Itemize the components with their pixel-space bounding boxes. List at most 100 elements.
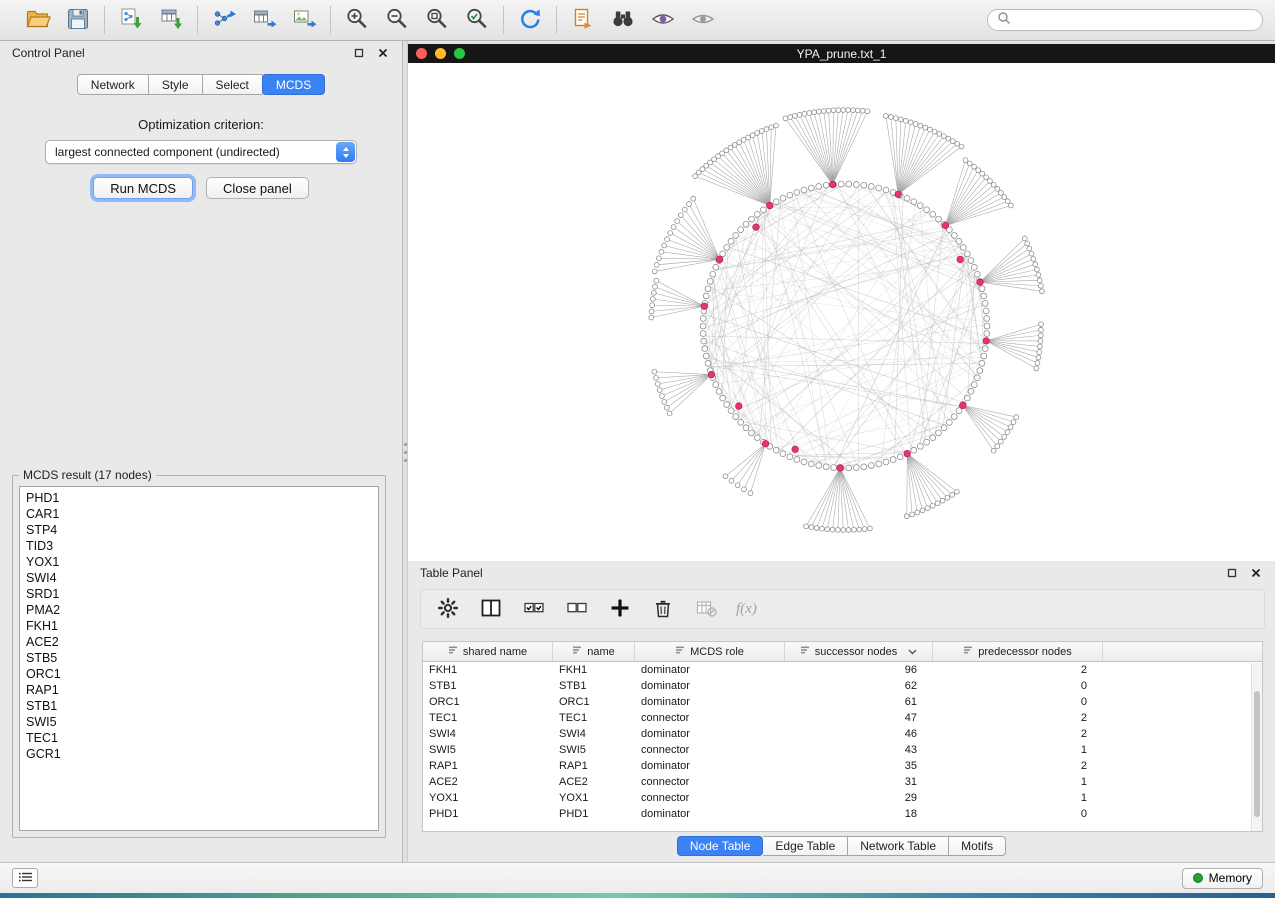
cell-successors[interactable]: 35 — [785, 760, 933, 772]
status-menu-button[interactable] — [12, 868, 38, 888]
zoom-selected-button[interactable] — [461, 4, 493, 36]
cell-name[interactable]: RAP1 — [553, 760, 635, 772]
cell-successors[interactable]: 46 — [785, 728, 933, 740]
table-row[interactable]: ORC1ORC1dominator610 — [423, 694, 1262, 710]
column-header-name[interactable]: name — [553, 642, 635, 661]
mcds-result-item[interactable]: PMA2 — [26, 602, 378, 618]
cell-name[interactable]: PHD1 — [553, 808, 635, 820]
tab-select[interactable]: Select — [203, 74, 263, 95]
cell-successors[interactable]: 29 — [785, 792, 933, 804]
network-canvas[interactable] — [408, 63, 1275, 561]
column-header-predecessor-nodes[interactable]: predecessor nodes — [933, 642, 1103, 661]
search-input[interactable] — [1017, 13, 1253, 27]
mcds-result-item[interactable]: GCR1 — [26, 746, 378, 762]
mcds-result-item[interactable]: STP4 — [26, 522, 378, 538]
cell-name[interactable]: SWI4 — [553, 728, 635, 740]
mcds-result-item[interactable]: SWI4 — [26, 570, 378, 586]
cell-predecessors[interactable]: 2 — [933, 664, 1103, 676]
mcds-result-item[interactable]: CAR1 — [26, 506, 378, 522]
mcds-result-item[interactable]: SRD1 — [26, 586, 378, 602]
cell-shared-name[interactable]: STB1 — [423, 680, 553, 692]
table-mode-button[interactable] — [435, 596, 461, 622]
memory-button[interactable]: Memory — [1182, 868, 1263, 889]
column-header-shared-name[interactable]: shared name — [423, 642, 553, 661]
deselect-all-button[interactable] — [564, 596, 590, 622]
table-row[interactable]: RAP1RAP1dominator352 — [423, 758, 1262, 774]
tab-node-table[interactable]: Node Table — [677, 836, 764, 856]
cell-name[interactable]: ORC1 — [553, 696, 635, 708]
search-objects-button[interactable] — [607, 4, 639, 36]
table-row[interactable]: YOX1YOX1connector291 — [423, 790, 1262, 806]
minimize-window-icon[interactable] — [435, 48, 446, 59]
cell-shared-name[interactable]: YOX1 — [423, 792, 553, 804]
cell-successors[interactable]: 62 — [785, 680, 933, 692]
cell-role[interactable]: dominator — [635, 664, 785, 676]
scrollbar-thumb[interactable] — [1254, 691, 1260, 817]
cell-shared-name[interactable]: TEC1 — [423, 712, 553, 724]
cell-shared-name[interactable]: PHD1 — [423, 808, 553, 820]
cell-shared-name[interactable]: ORC1 — [423, 696, 553, 708]
cell-role[interactable]: dominator — [635, 728, 785, 740]
cell-name[interactable]: SWI5 — [553, 744, 635, 756]
tab-edge-table[interactable]: Edge Table — [763, 836, 848, 856]
close-table-panel-icon[interactable] — [1249, 566, 1263, 580]
cell-shared-name[interactable]: RAP1 — [423, 760, 553, 772]
cell-name[interactable]: STB1 — [553, 680, 635, 692]
cell-shared-name[interactable]: FKH1 — [423, 664, 553, 676]
show-columns-button[interactable] — [478, 596, 504, 622]
delete-column-button[interactable] — [650, 596, 676, 622]
column-header-successor-nodes[interactable]: successor nodes — [785, 642, 933, 661]
tab-mcds[interactable]: MCDS — [262, 74, 325, 95]
cell-successors[interactable]: 43 — [785, 744, 933, 756]
cell-successors[interactable]: 18 — [785, 808, 933, 820]
cell-shared-name[interactable]: SWI5 — [423, 744, 553, 756]
table-row[interactable]: SWI5SWI5connector431 — [423, 742, 1262, 758]
import-table-file-button[interactable] — [155, 4, 187, 36]
mcds-result-item[interactable]: YOX1 — [26, 554, 378, 570]
zoom-in-button[interactable] — [341, 4, 373, 36]
cell-predecessors[interactable]: 1 — [933, 776, 1103, 788]
mcds-result-item[interactable]: SWI5 — [26, 714, 378, 730]
cell-predecessors[interactable]: 0 — [933, 808, 1103, 820]
search-field[interactable] — [987, 9, 1263, 31]
cell-successors[interactable]: 31 — [785, 776, 933, 788]
cell-name[interactable]: FKH1 — [553, 664, 635, 676]
mcds-result-list[interactable]: PHD1CAR1STP4TID3YOX1SWI4SRD1PMA2FKH1ACE2… — [19, 486, 379, 831]
mcds-result-item[interactable]: STB1 — [26, 698, 378, 714]
save-session-button[interactable] — [62, 4, 94, 36]
cell-role[interactable]: dominator — [635, 696, 785, 708]
zoom-out-button[interactable] — [381, 4, 413, 36]
network-titlebar[interactable]: YPA_prune.txt_1 — [408, 44, 1275, 63]
cell-predecessors[interactable]: 2 — [933, 728, 1103, 740]
mcds-result-item[interactable]: RAP1 — [26, 682, 378, 698]
tab-network-table[interactable]: Network Table — [848, 836, 949, 856]
cell-role[interactable]: dominator — [635, 808, 785, 820]
cell-shared-name[interactable]: ACE2 — [423, 776, 553, 788]
column-header-MCDS-role[interactable]: MCDS role — [635, 642, 785, 661]
table-row[interactable]: ACE2ACE2connector311 — [423, 774, 1262, 790]
cell-successors[interactable]: 96 — [785, 664, 933, 676]
import-network-file-button[interactable] — [115, 4, 147, 36]
cell-name[interactable]: TEC1 — [553, 712, 635, 724]
select-all-button[interactable] — [521, 596, 547, 622]
cell-predecessors[interactable]: 2 — [933, 712, 1103, 724]
close-window-icon[interactable] — [416, 48, 427, 59]
float-table-panel-icon[interactable] — [1225, 566, 1239, 580]
cell-shared-name[interactable]: SWI4 — [423, 728, 553, 740]
cell-predecessors[interactable]: 2 — [933, 760, 1103, 772]
close-panel-button[interactable]: Close panel — [206, 177, 309, 199]
cell-role[interactable]: connector — [635, 776, 785, 788]
cell-predecessors[interactable]: 0 — [933, 680, 1103, 692]
style-preview-button[interactable] — [647, 4, 679, 36]
float-panel-icon[interactable] — [352, 46, 366, 60]
cell-predecessors[interactable]: 1 — [933, 792, 1103, 804]
tab-network[interactable]: Network — [77, 74, 149, 95]
table-scrollbar[interactable] — [1251, 663, 1262, 831]
cell-role[interactable]: connector — [635, 792, 785, 804]
run-mcds-button[interactable]: Run MCDS — [93, 177, 193, 199]
table-row[interactable]: PHD1PHD1dominator180 — [423, 806, 1262, 822]
tab-style[interactable]: Style — [149, 74, 203, 95]
mcds-result-item[interactable]: ACE2 — [26, 634, 378, 650]
table-row[interactable]: SWI4SWI4dominator462 — [423, 726, 1262, 742]
cell-successors[interactable]: 61 — [785, 696, 933, 708]
